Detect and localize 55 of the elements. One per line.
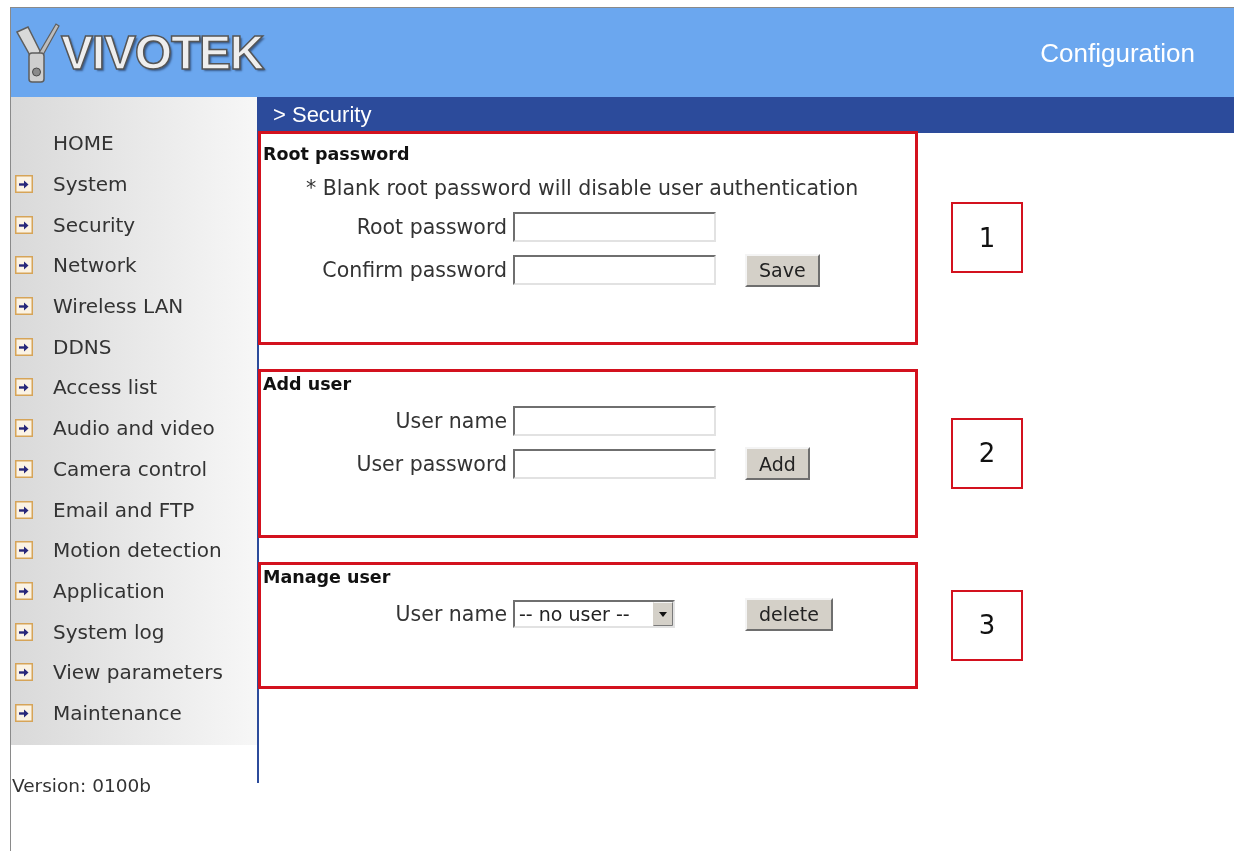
arrow-square-icon	[15, 256, 33, 275]
logo-mark-icon	[15, 21, 61, 84]
sidebar-link[interactable]: Security	[15, 212, 136, 237]
callout-number: 1	[951, 202, 1023, 274]
input-field[interactable]	[513, 405, 716, 436]
callout-number: 2	[951, 417, 1023, 489]
form-button[interactable]: Save	[745, 253, 820, 287]
version-text: Version: 0100b	[12, 775, 151, 797]
field-label: User password	[356, 451, 507, 476]
input-field[interactable]	[513, 255, 716, 285]
sidebar-link[interactable]: Application	[15, 578, 165, 603]
sidebar-link[interactable]: Maintenance	[15, 700, 182, 725]
arrow-square-icon	[15, 663, 33, 682]
logo-text: VIVOTEK	[61, 27, 264, 78]
sidebar-link[interactable]: HOME	[15, 131, 114, 156]
arrow-square-icon	[15, 337, 33, 356]
sidebar-link[interactable]: Access list	[15, 375, 158, 400]
arrow-square-icon	[15, 581, 33, 600]
section-heading: Root password	[263, 144, 410, 164]
arrow-square-icon	[15, 215, 33, 234]
sidebar-link[interactable]: Wireless LAN	[15, 294, 184, 319]
header-title: Configuration	[1040, 37, 1195, 68]
sidebar-link[interactable]: Network	[15, 253, 137, 278]
arrow-square-icon	[15, 297, 33, 316]
field-label: User name	[395, 408, 507, 433]
form-button[interactable]: Add	[745, 447, 810, 480]
arrow-square-icon	[15, 622, 33, 641]
input-field[interactable]	[513, 212, 716, 242]
sidebar-link[interactable]: Camera control	[15, 456, 208, 481]
input-field[interactable]	[513, 448, 716, 479]
sidebar-link[interactable]: Motion detection	[15, 538, 222, 563]
sidebar-link[interactable]: System	[15, 172, 128, 197]
field-label: User name	[395, 602, 507, 626]
arrow-square-icon	[15, 175, 33, 194]
sidebar-link[interactable]: Email and FTP	[15, 497, 195, 522]
sidebar-link[interactable]: Audio and video	[15, 416, 215, 441]
arrow-square-icon	[15, 378, 33, 397]
field-label: Confirm password	[322, 258, 507, 282]
form-button[interactable]: delete	[745, 597, 833, 631]
sidebar-link[interactable]: System log	[15, 619, 165, 644]
page-title: > Security	[273, 102, 372, 128]
arrow-square-icon	[15, 541, 33, 560]
section-heading: Add user	[263, 373, 352, 394]
arrow-square-icon	[15, 459, 33, 478]
sidebar-link[interactable]: View parameters	[15, 660, 223, 685]
sidebar-link[interactable]: DDNS	[15, 334, 112, 359]
field-label: Root password	[356, 215, 507, 239]
arrow-square-icon	[15, 500, 33, 519]
section-heading: Manage user	[263, 567, 391, 587]
arrow-square-icon	[15, 419, 33, 438]
callout-number: 3	[951, 589, 1023, 661]
note-text: * Blank root password will disable user authentication	[306, 176, 859, 200]
user-dropdown[interactable]: -- no user --	[513, 600, 675, 628]
arrow-square-icon	[15, 703, 33, 722]
dropdown-arrow-icon	[653, 602, 673, 626]
